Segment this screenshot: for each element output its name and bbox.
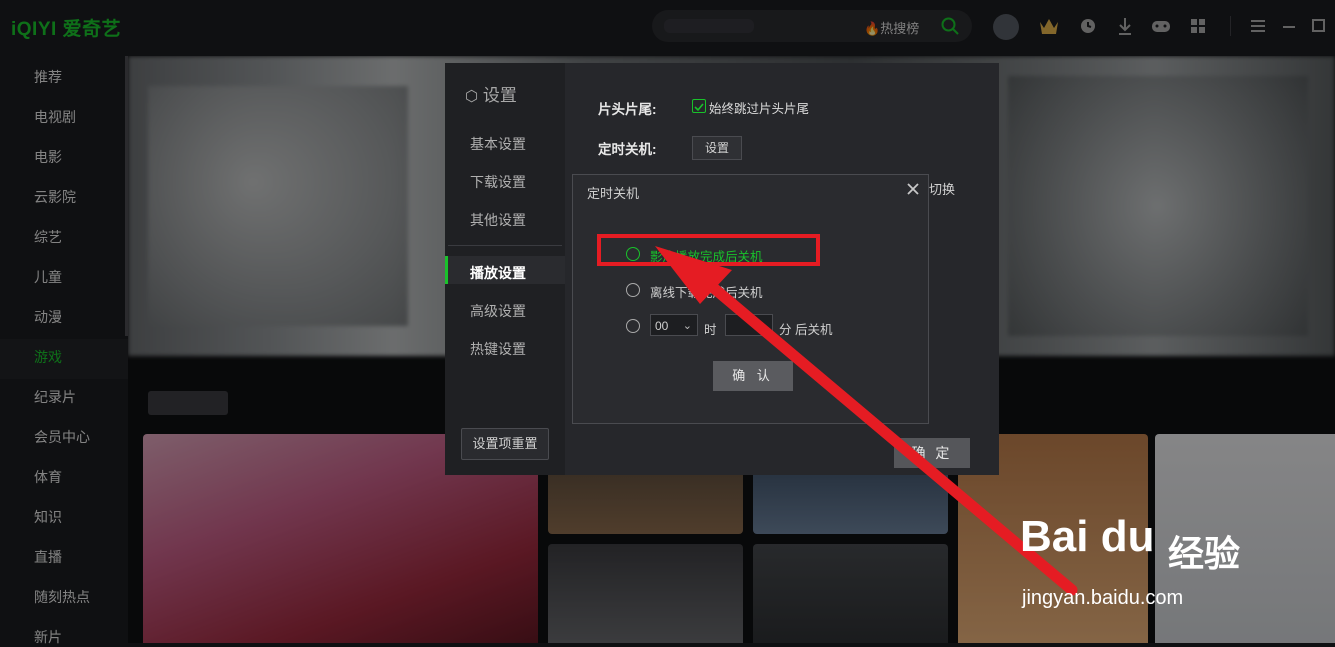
close-icon[interactable] bbox=[905, 181, 921, 197]
minute-select[interactable]: ⌄ bbox=[725, 314, 773, 336]
nav-download-settings[interactable]: 下载设置 bbox=[470, 172, 526, 192]
watermark-jingyan: 经验 bbox=[1168, 533, 1241, 574]
intro-outro-label: 片头片尾: bbox=[598, 102, 657, 117]
watermark-brand: Bai du bbox=[1020, 512, 1155, 561]
nav-playback-settings[interactable]: 播放设置 bbox=[470, 263, 526, 283]
chevron-down-icon: ⌄ bbox=[682, 320, 692, 332]
highlight-box bbox=[597, 234, 820, 266]
skip-intro-checkbox[interactable] bbox=[692, 99, 706, 113]
hour-value: 00 bbox=[655, 319, 669, 333]
skip-intro-label[interactable]: 始终跳过片头片尾 bbox=[709, 98, 809, 117]
nav-divider bbox=[448, 245, 562, 246]
hour-unit: 时 bbox=[704, 323, 717, 337]
radio-after-download[interactable] bbox=[626, 283, 640, 297]
settings-ok-button[interactable]: 确 定 bbox=[894, 438, 970, 468]
settings-title: ⬡ 设置 bbox=[465, 86, 517, 105]
settings-nav: ⬡ 设置 基本设置 下载设置 其他设置 播放设置 高级设置 热键设置 设置项重置 bbox=[445, 63, 565, 475]
minute-unit: 分 后关机 bbox=[779, 323, 833, 337]
nav-other-settings[interactable]: 其他设置 bbox=[470, 210, 526, 230]
dialog-title: 定时关机 bbox=[587, 186, 640, 201]
timer-shutdown-dialog: 定时关机 影片播放完成后关机 离线下载完成后关机 00 ⌄ 时 ⌄ 分 后关机 … bbox=[572, 174, 929, 424]
option-after-download-label[interactable]: 离线下载完成后关机 bbox=[650, 282, 763, 301]
timer-shutdown-label: 定时关机: bbox=[598, 142, 657, 157]
chevron-down-icon: ⌄ bbox=[757, 320, 767, 332]
hour-select[interactable]: 00 ⌄ bbox=[650, 314, 698, 336]
nav-hotkey-settings[interactable]: 热键设置 bbox=[470, 339, 526, 359]
checkmark-icon bbox=[694, 103, 704, 112]
reset-settings-button[interactable]: 设置项重置 bbox=[461, 428, 549, 460]
dialog-confirm-button[interactable]: 确 认 bbox=[713, 361, 793, 391]
settings-gear-icon: ⬡ bbox=[465, 88, 479, 105]
timer-set-button[interactable]: 设置 bbox=[692, 136, 742, 160]
nav-advanced-settings[interactable]: 高级设置 bbox=[470, 301, 526, 321]
nav-active-bar bbox=[445, 256, 448, 284]
switch-text: 切换 bbox=[929, 182, 956, 197]
nav-basic-settings[interactable]: 基本设置 bbox=[470, 134, 526, 154]
baidu-watermark: Bai du 经验 jingyan.baidu.com bbox=[1020, 497, 1320, 617]
radio-custom-time[interactable] bbox=[626, 319, 640, 333]
watermark-url: jingyan.baidu.com bbox=[1022, 587, 1184, 609]
